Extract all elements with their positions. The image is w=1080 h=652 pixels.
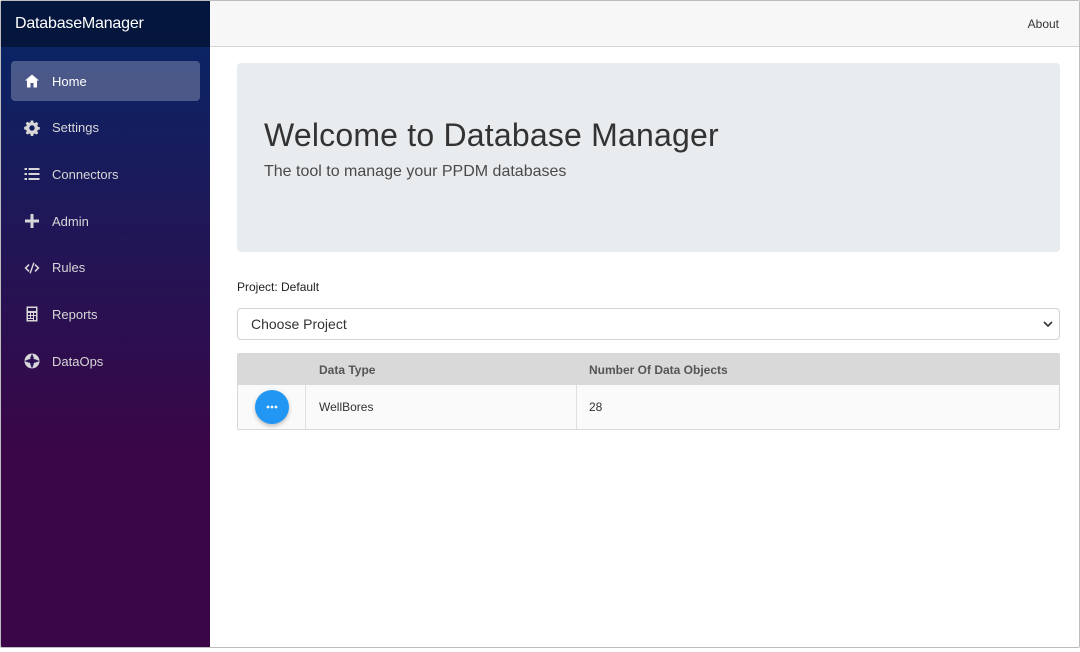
column-header-count[interactable]: Number Of Data Objects xyxy=(577,363,1059,377)
nav-menu: Home Settings Connectors Admin Rules Rep… xyxy=(1,47,210,381)
main-content: Welcome to Database Manager The tool to … xyxy=(237,63,1060,430)
data-objects-table: Data Type Number Of Data Objects WellBor… xyxy=(237,353,1060,430)
list-icon xyxy=(23,165,41,183)
sidebar-item-admin[interactable]: Admin xyxy=(11,201,200,241)
table-header: Data Type Number Of Data Objects xyxy=(238,354,1059,385)
sidebar-item-label: Admin xyxy=(52,213,89,229)
column-header-data-type[interactable]: Data Type xyxy=(306,363,577,377)
sidebar-item-label: Connectors xyxy=(52,166,119,182)
more-horizontal-icon xyxy=(266,405,277,409)
current-project-label: Project: Default xyxy=(237,280,320,294)
row-actions-button[interactable] xyxy=(254,390,289,424)
aperture-icon xyxy=(23,352,41,370)
about-link[interactable]: About xyxy=(1028,17,1059,31)
sidebar-item-connectors[interactable]: Connectors xyxy=(11,154,200,194)
gear-icon xyxy=(23,119,41,137)
sidebar-item-label: Settings xyxy=(52,120,99,136)
sidebar-item-rules[interactable]: Rules xyxy=(11,248,200,288)
sidebar-item-reports[interactable]: Reports xyxy=(11,294,200,334)
home-icon xyxy=(23,72,41,90)
chevron-down-icon xyxy=(1043,316,1053,332)
app-window: DatabaseManager Home Settings Connectors xyxy=(0,0,1080,648)
sidebar-item-dataops[interactable]: DataOps xyxy=(11,341,200,381)
table-row: WellBores 28 xyxy=(238,385,1059,429)
sidebar-item-label: Home xyxy=(52,73,87,89)
sidebar-item-label: DataOps xyxy=(52,353,104,369)
page-subtitle: The tool to manage your PPDM databases xyxy=(264,163,567,181)
sidebar-item-label: Rules xyxy=(52,260,86,276)
cell-count: 28 xyxy=(589,400,603,414)
calculator-icon xyxy=(23,305,41,323)
sidebar-item-home[interactable]: Home xyxy=(11,61,200,101)
plus-icon xyxy=(23,212,41,230)
welcome-banner: Welcome to Database Manager The tool to … xyxy=(237,63,1060,252)
top-bar: About xyxy=(210,1,1079,47)
app-brand[interactable]: DatabaseManager xyxy=(15,15,144,33)
code-icon xyxy=(23,259,41,277)
row-action-cell xyxy=(238,385,306,429)
sidebar-item-label: Reports xyxy=(52,306,98,322)
brand-bar: DatabaseManager xyxy=(1,1,210,47)
project-select-value: Choose Project xyxy=(251,316,347,332)
sidebar: DatabaseManager Home Settings Connectors xyxy=(1,1,210,647)
page-title: Welcome to Database Manager xyxy=(264,117,719,153)
project-select[interactable]: Choose Project xyxy=(237,308,1060,340)
cell-data-type: WellBores xyxy=(306,385,577,429)
sidebar-item-settings[interactable]: Settings xyxy=(11,108,200,148)
